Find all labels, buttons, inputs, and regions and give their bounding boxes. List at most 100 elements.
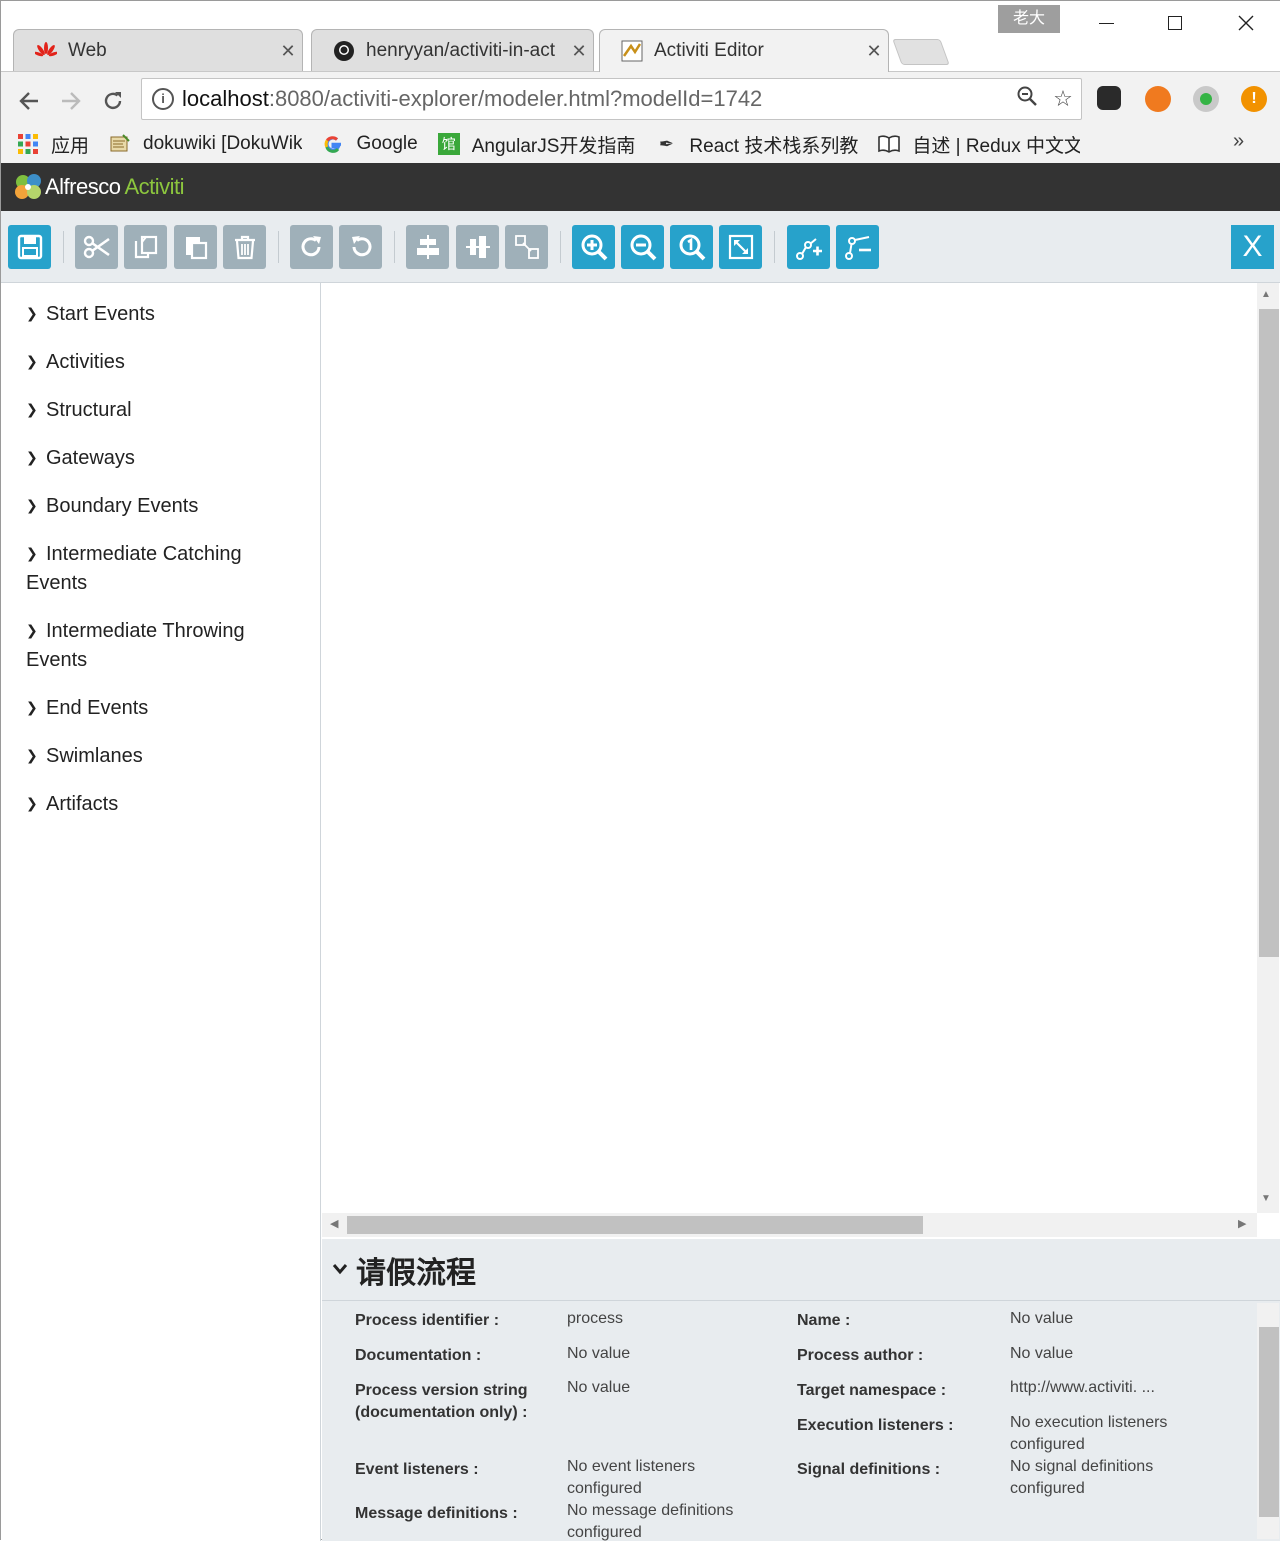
canvas-vertical-scrollbar[interactable]: ▲ ▼: [1257, 283, 1279, 1213]
prop-value[interactable]: No value: [1010, 1343, 1230, 1365]
prop-value[interactable]: No message definitions configured: [567, 1500, 767, 1544]
extension-orange-icon[interactable]: [1145, 86, 1171, 112]
palette-group-activities[interactable]: ❯ Activities: [1, 347, 320, 377]
tab-web[interactable]: Web ✕: [13, 29, 303, 72]
chevron-right-icon: ❯: [26, 622, 38, 638]
bookmark-star-icon[interactable]: ☆: [1045, 86, 1081, 112]
close-tab-icon[interactable]: ✕: [274, 41, 302, 62]
forward-button[interactable]: [55, 85, 87, 117]
back-button[interactable]: [13, 85, 45, 117]
bookmark-google[interactable]: Google: [322, 133, 418, 155]
align-horizontal-button[interactable]: [406, 225, 449, 269]
extension-alert-icon[interactable]: !: [1241, 86, 1267, 112]
prop-value[interactable]: process: [567, 1308, 787, 1330]
toolbar-separator: [278, 231, 279, 263]
bookmark-react[interactable]: ✒ React 技术栈系列教: [655, 131, 858, 158]
palette-group-start-events[interactable]: ❯ Start Events: [1, 299, 320, 329]
apps-icon: [17, 133, 39, 155]
prop-value[interactable]: http://www.activiti. ...: [1010, 1377, 1230, 1399]
scrollbar-thumb[interactable]: [1259, 1327, 1279, 1517]
prop-label: Documentation :: [355, 1347, 482, 1364]
bookmark-dokuwiki[interactable]: dokuwiki [DokuWik: [109, 133, 302, 155]
tab-activiti-editor[interactable]: Activiti Editor ✕: [599, 29, 889, 72]
palette-group-label: Swimlanes: [46, 745, 143, 767]
palette-group-end-events[interactable]: ❯ End Events: [1, 693, 320, 723]
maximize-icon: [1168, 16, 1182, 30]
new-tab-button[interactable]: [892, 39, 950, 65]
reload-button[interactable]: [97, 85, 129, 117]
redo-button[interactable]: [290, 225, 333, 269]
cut-button[interactable]: [75, 225, 118, 269]
close-window-button[interactable]: [1223, 5, 1269, 41]
github-icon: [332, 39, 356, 63]
prop-value[interactable]: No value: [567, 1343, 787, 1365]
zoom-actual-button[interactable]: [670, 225, 713, 269]
scroll-down-icon[interactable]: ▼: [1261, 1193, 1271, 1204]
minimize-button[interactable]: [1083, 5, 1129, 41]
url-path: :8080/activiti-explorer/modeler.html?mod…: [268, 86, 763, 111]
tab-github[interactable]: henryyan/activiti-in-act ✕: [311, 29, 594, 72]
remove-bendpoint-button[interactable]: [836, 225, 879, 269]
palette-group-label: End Events: [46, 697, 149, 719]
dokuwiki-icon: [109, 133, 131, 155]
evernote-icon[interactable]: [1097, 86, 1121, 110]
canvas-horizontal-scrollbar[interactable]: ◀ ▶: [322, 1213, 1257, 1237]
zoom-fit-button[interactable]: [719, 225, 762, 269]
toolbar-separator: [63, 231, 64, 263]
undo-button[interactable]: [339, 225, 382, 269]
chevron-right-icon: ❯: [26, 305, 38, 321]
palette-group-gateways[interactable]: ❯ Gateways: [1, 443, 320, 473]
palette-group-structural[interactable]: ❯ Structural: [1, 395, 320, 425]
paste-button[interactable]: [174, 225, 217, 269]
palette-group-artifacts[interactable]: ❯ Artifacts: [1, 789, 320, 819]
toolbar-separator: [394, 231, 395, 263]
align-horizontal-icon: [416, 235, 439, 259]
prop-value[interactable]: No value: [1010, 1308, 1230, 1330]
close-editor-button[interactable]: X: [1231, 225, 1274, 269]
palette-group-swimlanes[interactable]: ❯ Swimlanes: [1, 741, 320, 771]
palette-group-label: Boundary Events: [46, 495, 199, 517]
same-size-button[interactable]: [505, 225, 548, 269]
zoom-in-button[interactable]: [572, 225, 615, 269]
palette-group-intermediate-throwing-events[interactable]: ❯ Intermediate Throwing Events: [1, 616, 320, 675]
properties-scrollbar[interactable]: [1257, 1303, 1279, 1539]
bookmark-redux[interactable]: 自述 | Redux 中文文: [878, 131, 1080, 158]
zoom-icon[interactable]: [1009, 85, 1045, 113]
chevron-right-icon: ❯: [26, 353, 38, 369]
maximize-button[interactable]: [1152, 5, 1198, 41]
diagram-canvas[interactable]: ▲ ▼ ◀ ▶: [322, 283, 1280, 1239]
scroll-up-icon[interactable]: ▲: [1261, 289, 1271, 300]
prop-value[interactable]: No execution listeners configured: [1010, 1412, 1220, 1456]
palette-group-boundary-events[interactable]: ❯ Boundary Events: [1, 491, 320, 521]
close-tab-icon[interactable]: ✕: [860, 41, 888, 62]
bookmark-apps[interactable]: 应用: [17, 131, 89, 158]
save-button[interactable]: [8, 225, 51, 269]
prop-value[interactable]: No event listeners configured: [567, 1456, 767, 1500]
extension-green-dot-icon[interactable]: [1193, 86, 1219, 112]
properties-header[interactable]: 请假流程: [322, 1239, 1280, 1301]
prop-value[interactable]: No signal definitions configured: [1010, 1456, 1210, 1500]
site-info-icon[interactable]: i: [152, 88, 174, 110]
address-bar[interactable]: i localhost:8080/activiti-explorer/model…: [141, 78, 1082, 120]
zoom-out-button[interactable]: [621, 225, 664, 269]
bookmarks-overflow-button[interactable]: »: [1233, 130, 1244, 153]
prop-label: Execution listeners :: [797, 1417, 954, 1434]
trash-icon: [234, 235, 255, 260]
prop-label: Process version string (documentation on…: [355, 1382, 528, 1421]
palette-group-intermediate-catching-events[interactable]: ❯ Intermediate Catching Events: [1, 539, 320, 598]
scroll-right-icon[interactable]: ▶: [1238, 1217, 1246, 1230]
delete-button[interactable]: [223, 225, 266, 269]
scrollbar-thumb[interactable]: [1259, 309, 1279, 957]
palette-group-label: Activities: [46, 351, 125, 373]
align-vertical-button[interactable]: [456, 225, 499, 269]
prop-value[interactable]: No value: [567, 1377, 787, 1399]
bookmark-angularjs[interactable]: 馆 AngularJS开发指南: [437, 131, 635, 158]
chevron-right-icon: ❯: [26, 545, 38, 561]
add-bendpoint-button[interactable]: [787, 225, 830, 269]
scrollbar-thumb[interactable]: [347, 1216, 923, 1234]
palette-group-label: Structural: [46, 399, 132, 421]
close-tab-icon[interactable]: ✕: [565, 41, 593, 62]
scroll-left-icon[interactable]: ◀: [330, 1217, 338, 1230]
profile-badge[interactable]: 老大: [998, 5, 1060, 33]
copy-button[interactable]: [124, 225, 167, 269]
